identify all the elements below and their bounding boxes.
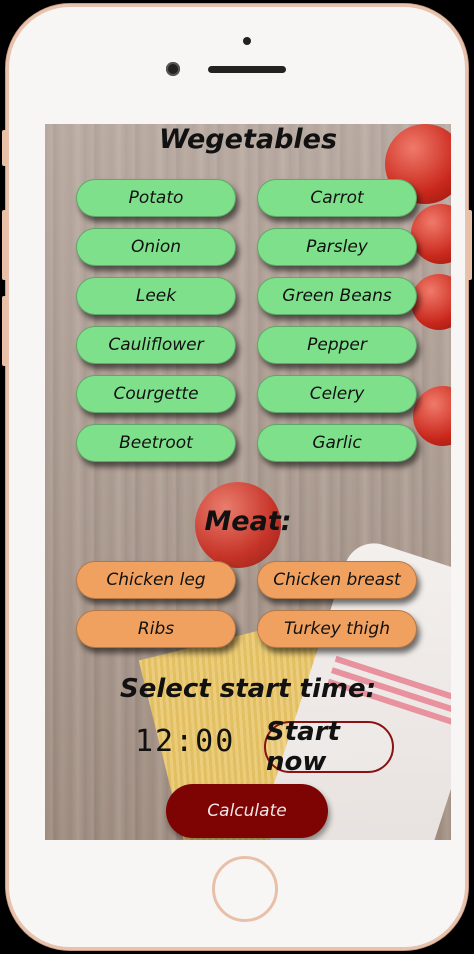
vegetable-button-courgette[interactable]: Courgette bbox=[76, 375, 236, 413]
vegetable-button-parsley[interactable]: Parsley bbox=[257, 228, 417, 266]
meat-button-turkey-thigh[interactable]: Turkey thigh bbox=[257, 610, 417, 648]
meat-button-chicken-leg[interactable]: Chicken leg bbox=[76, 561, 236, 599]
calculate-button[interactable]: Calculate bbox=[166, 784, 328, 838]
vegetables-heading: Wegetables bbox=[158, 124, 338, 155]
mute-switch bbox=[2, 130, 7, 166]
tomato-decoration bbox=[411, 274, 451, 330]
proximity-sensor bbox=[243, 37, 251, 45]
phone-frame: Wegetables Potato Carrot Onion Parsley L… bbox=[2, 4, 472, 950]
vegetable-button-garlic[interactable]: Garlic bbox=[257, 424, 417, 462]
home-button[interactable] bbox=[212, 856, 278, 922]
meat-button-chicken-breast[interactable]: Chicken breast bbox=[257, 561, 417, 599]
start-now-button[interactable]: Start now bbox=[264, 717, 394, 777]
tomato-decoration bbox=[411, 204, 451, 264]
vegetable-button-carrot[interactable]: Carrot bbox=[257, 179, 417, 217]
vegetable-button-onion[interactable]: Onion bbox=[76, 228, 236, 266]
meat-button-ribs[interactable]: Ribs bbox=[76, 610, 236, 648]
meat-heading: Meat: bbox=[204, 506, 292, 537]
vegetable-button-green-beans[interactable]: Green Beans bbox=[257, 277, 417, 315]
vegetable-button-potato[interactable]: Potato bbox=[76, 179, 236, 217]
tomato-decoration bbox=[413, 386, 451, 446]
start-time-label: Select start time: bbox=[119, 674, 376, 704]
vegetable-button-celery[interactable]: Celery bbox=[257, 375, 417, 413]
vegetable-button-cauliflower[interactable]: Cauliflower bbox=[76, 326, 236, 364]
power-button bbox=[467, 210, 472, 280]
volume-down-button bbox=[2, 296, 7, 366]
volume-up-button bbox=[2, 210, 7, 280]
vegetable-button-leek[interactable]: Leek bbox=[76, 277, 236, 315]
vegetable-button-beetroot[interactable]: Beetroot bbox=[76, 424, 236, 462]
front-camera-icon bbox=[166, 62, 180, 76]
start-time-input[interactable]: 12:00 bbox=[135, 724, 235, 759]
vegetable-button-pepper[interactable]: Pepper bbox=[257, 326, 417, 364]
earpiece-speaker bbox=[208, 66, 286, 73]
app-screen: Wegetables Potato Carrot Onion Parsley L… bbox=[45, 124, 451, 840]
